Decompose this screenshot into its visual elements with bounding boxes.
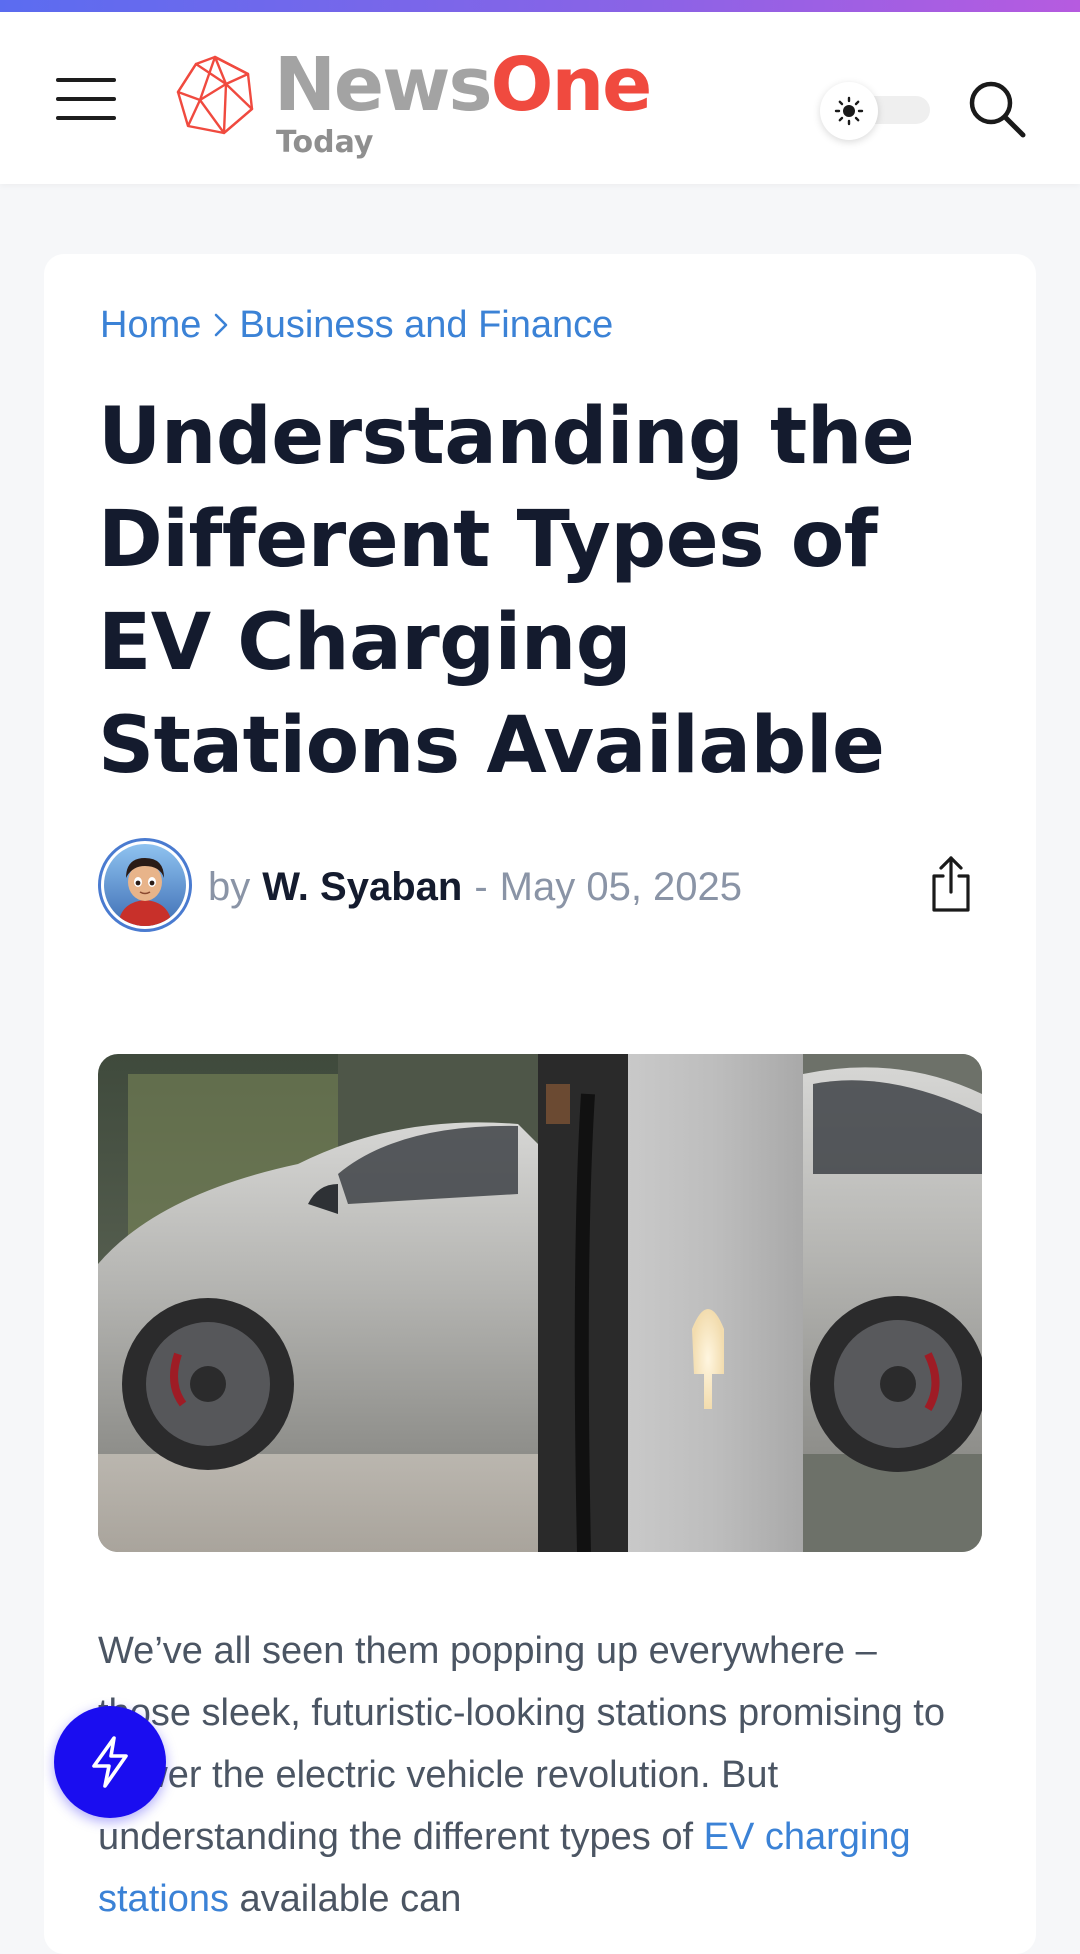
share-button[interactable] [926,854,976,914]
article-hero-image [98,1054,982,1552]
hamburger-icon[interactable] [56,76,116,122]
search-icon [969,81,1026,138]
top-accent-bar [0,0,1080,12]
site-logo[interactable]: NewsOne Today [174,40,652,170]
avatar[interactable] [98,838,192,932]
toggle-knob [820,82,878,140]
quick-action-button[interactable] [54,1706,166,1818]
author-name[interactable]: W. Syaban [262,865,462,910]
chevron-right-icon [213,312,229,338]
sun-icon [834,96,864,126]
theme-toggle[interactable] [820,82,950,140]
body-text-end: available can [228,1878,462,1920]
logo-mark-icon [176,55,254,135]
logo-word-news: News [274,42,493,128]
site-header: NewsOne Today [0,12,1080,184]
breadcrumb-home[interactable]: Home [100,304,201,347]
author-avatar-image [104,844,186,926]
publish-date: May 05, 2025 [499,864,743,909]
article-body-paragraph: We’ve all seen them popping up everywher… [98,1620,978,1930]
lightning-icon [92,1736,128,1788]
logo-tagline: Today [276,125,374,160]
share-icon [932,856,970,912]
breadcrumb: Home Business and Finance [100,300,613,350]
byline-prefix: by [208,864,251,909]
article-title: Understanding the Different Types of EV … [98,392,915,791]
article-meta: by W. Syaban - May 05, 2025 [98,838,978,932]
search-button[interactable] [966,78,1028,140]
byline-separator: - [474,864,488,909]
ev-charging-photo [98,1054,982,1552]
byline: by W. Syaban - May 05, 2025 [208,862,742,912]
breadcrumb-category[interactable]: Business and Finance [239,304,613,347]
logo-word-one: One [490,42,653,128]
logo-wordmark: NewsOne [274,48,652,122]
